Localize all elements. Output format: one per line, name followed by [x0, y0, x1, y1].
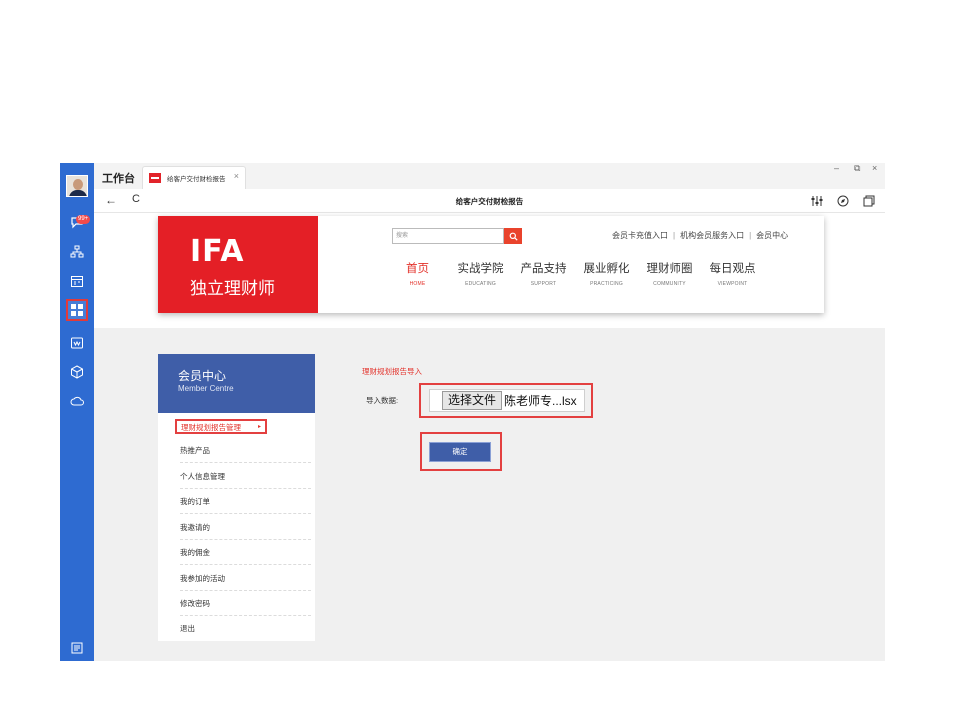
- page-title: 给客户交付财检报告: [455, 197, 524, 206]
- window-icon[interactable]: [862, 194, 876, 208]
- tab-close-icon[interactable]: ×: [234, 171, 239, 181]
- member-sidebar: 会员中心 Member Centre 理财规划报告管理 ▸ 热推产品 个人信息管理…: [158, 354, 315, 641]
- menu-change-password[interactable]: 修改密码: [180, 591, 311, 616]
- cloud-icon[interactable]: [68, 392, 86, 410]
- link-org-member-service[interactable]: 机构会员服务入口: [680, 231, 744, 240]
- ifa-favicon-icon: [149, 173, 161, 183]
- logo-text: 独立理财师: [190, 279, 275, 298]
- top-links: 会员卡充值入口 | 机构会员服务入口 | 会员中心: [612, 231, 789, 240]
- nav-home[interactable]: 首页 HOME: [386, 260, 449, 287]
- sliders-icon[interactable]: [810, 194, 824, 208]
- choose-file-button[interactable]: 选择文件: [442, 391, 503, 410]
- main-nav: 首页 HOME 实战学院 EDUCATING 产品支持 SUPPORT 展业孵化 PRA…: [386, 260, 764, 287]
- member-title: 会员中心: [178, 369, 227, 383]
- menu-orders[interactable]: 我的订单: [180, 489, 311, 514]
- tab-report[interactable]: 给客户交付财检报告 ×: [142, 166, 246, 189]
- nav-viewpoint[interactable]: 每日观点 VIEWPOINT: [701, 260, 764, 287]
- tab-bar: 工作台 给客户交付财检报告 × – ⧉ ×: [94, 163, 885, 189]
- menu-commission[interactable]: 我的佣金: [180, 540, 311, 565]
- restore-icon[interactable]: ⧉: [854, 163, 860, 174]
- calendar-icon[interactable]: [68, 272, 86, 290]
- link-card-recharge[interactable]: 会员卡充值入口: [612, 231, 668, 240]
- compass-icon[interactable]: [836, 194, 850, 208]
- close-icon[interactable]: ×: [872, 163, 877, 173]
- web-content: IFA 独立理财师 搜索 会员卡充值入口 | 机构会员服务入口 | 会员中心 首页 HOM…: [94, 213, 885, 661]
- member-area: 会员中心 Member Centre 理财规划报告管理 ▸ 热推产品 个人信息管理…: [94, 328, 885, 661]
- confirm-highlight: 确定: [420, 432, 502, 471]
- app-window: 99+ 工作台 给客户交付财检报告 × – ⧉ × ← C 给客户交付财检报告 …: [60, 163, 885, 661]
- search-input[interactable]: 搜索: [392, 228, 504, 244]
- site-header: IFA 独立理财师 搜索 会员卡充值入口 | 机构会员服务入口 | 会员中心 首页 HOM…: [158, 216, 824, 313]
- wechat-icon[interactable]: [68, 334, 86, 352]
- minimize-icon[interactable]: –: [834, 163, 839, 173]
- selected-file-name: 陈老师专...lsx: [504, 394, 577, 408]
- link-member-center[interactable]: 会员中心: [756, 231, 788, 240]
- member-subtitle: Member Centre: [178, 384, 234, 393]
- left-rail: 99+: [60, 163, 94, 661]
- file-input-highlight: 选择文件 陈老师专...lsx: [419, 383, 593, 418]
- search-icon: [509, 232, 518, 241]
- logo-mark: IFA: [190, 234, 245, 269]
- user-avatar[interactable]: [66, 175, 88, 197]
- menu-hot-products[interactable]: 热推产品: [180, 438, 311, 463]
- menu-invited[interactable]: 我邀请的: [180, 515, 311, 540]
- workbench-grid-icon[interactable]: [66, 299, 88, 321]
- nav-community[interactable]: 理财师圈 COMMUNITY: [638, 260, 701, 287]
- tab-label: 给客户交付财检报告: [167, 176, 226, 183]
- unread-badge: 99+: [76, 215, 91, 224]
- org-chart-icon[interactable]: [68, 243, 86, 261]
- file-input[interactable]: 选择文件 陈老师专...lsx: [429, 389, 585, 412]
- cube-icon[interactable]: [68, 363, 86, 381]
- menu-logout[interactable]: 退出: [180, 616, 311, 641]
- menu-report-management[interactable]: 理财规划报告管理 ▸: [175, 419, 267, 434]
- ifa-logo[interactable]: IFA 独立理财师: [158, 216, 318, 313]
- nav-educating[interactable]: 实战学院 EDUCATING: [449, 260, 512, 287]
- notes-icon[interactable]: [68, 639, 86, 657]
- member-header: 会员中心 Member Centre: [158, 354, 315, 413]
- confirm-button[interactable]: 确定: [429, 442, 491, 462]
- nav-support[interactable]: 产品支持 SUPPORT: [512, 260, 575, 287]
- import-label: 导入数据:: [366, 396, 399, 405]
- menu-profile[interactable]: 个人信息管理: [180, 464, 311, 489]
- arrow-icon: ▸: [257, 424, 261, 430]
- search-button[interactable]: [504, 228, 522, 244]
- app-title: 工作台: [102, 173, 135, 185]
- nav-practicing[interactable]: 展业孵化 PRACTICING: [575, 260, 638, 287]
- menu-activities[interactable]: 我参加的活动: [180, 566, 311, 591]
- import-title: 理财规划报告导入: [362, 367, 422, 376]
- browser-toolbar: ← C 给客户交付财检报告: [94, 189, 885, 213]
